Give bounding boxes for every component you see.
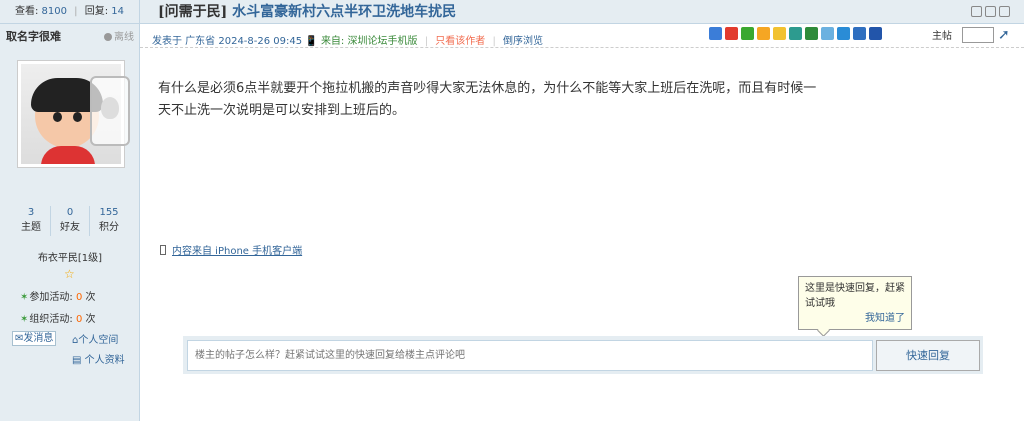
next-thread-icon[interactable]	[999, 6, 1010, 17]
star-icon: ☆	[64, 267, 75, 281]
document-icon: ▤	[72, 355, 82, 366]
prev-thread-icon[interactable]	[985, 6, 996, 17]
plus-icon[interactable]	[853, 27, 866, 40]
only-author-link[interactable]: 只看该作者	[435, 36, 485, 47]
phone-icon	[160, 245, 166, 255]
avatar-eye	[53, 112, 62, 122]
author-sidebar: 取名字很难 离线 3 主题 0 好友 155 积分 布衣平民[1级] ☆ ✶参加活动:…	[0, 24, 140, 421]
views-label: 查看:	[14, 6, 39, 17]
threads-count: 3	[27, 207, 35, 218]
meta-divider: |	[424, 36, 429, 47]
go-arrow-icon[interactable]: ➚	[998, 27, 1010, 43]
iphone-badge-icon	[90, 76, 130, 146]
netease-icon[interactable]	[821, 27, 834, 40]
wechat-icon[interactable]	[741, 27, 754, 40]
meta-divider: |	[492, 36, 496, 47]
joined-activities: ✶参加活动: 0 次	[20, 288, 96, 303]
activity-icon: ✶	[20, 314, 29, 325]
client-source-link[interactable]: 内容来自 iPhone 手机客户端	[160, 242, 302, 257]
profile-label: 个人资料	[84, 355, 125, 366]
thread-tools	[971, 6, 1010, 17]
avatar-eye	[73, 112, 82, 122]
friends-stat[interactable]: 0 好友	[51, 206, 90, 236]
print-icon[interactable]	[971, 6, 982, 17]
qq-icon[interactable]	[757, 27, 770, 40]
tooltip-dismiss-link[interactable]: 我知道了	[865, 311, 905, 326]
stats-divider: |	[74, 6, 78, 17]
quick-reply-box: 快速回复	[183, 336, 983, 374]
organized-activities: ✶组织活动: 0 次	[20, 310, 96, 325]
replies-count: 14	[111, 6, 125, 17]
mobile-signal-icon: 📱	[305, 36, 318, 47]
joined-count: 0	[75, 292, 83, 303]
friends-count: 0	[66, 207, 74, 218]
share-plus-icon[interactable]	[709, 27, 722, 40]
avatar-shirt	[41, 146, 95, 164]
thread-title-text: 水斗富豪新村六点半环卫洗地车扰民	[232, 4, 457, 20]
offline-status: 离线	[104, 28, 134, 43]
from-client-link[interactable]: 深圳论坛手机版	[348, 36, 418, 47]
thread-stats: 查看: 8100 | 回复: 14	[0, 0, 140, 24]
tooltip-text: 这里是快速回复，赶紧试试哦	[805, 283, 905, 309]
threads-stat[interactable]: 3 主题	[12, 206, 51, 236]
organized-count: 0	[75, 314, 83, 325]
profile-link[interactable]: ▤ 个人资料	[72, 351, 125, 366]
quick-reply-tooltip: 这里是快速回复，赶紧试试哦 我知道了	[798, 276, 912, 330]
replies-label: 回复:	[84, 6, 109, 17]
user-rank: 布衣平民[1级]	[37, 253, 103, 264]
thread-category[interactable]: [问需于民]	[158, 4, 227, 20]
share-toolbar	[709, 27, 882, 40]
points-label: 积分	[99, 222, 119, 233]
points-stat[interactable]: 155 积分	[90, 206, 128, 236]
thread-title: [问需于民] 水斗富豪新村六点半环卫洗地车扰民	[158, 0, 456, 24]
views-count: 8100	[41, 6, 67, 17]
reverse-order-link[interactable]: 倒序浏览	[503, 36, 543, 47]
organized-unit: 次	[85, 314, 96, 325]
thread-header: 查看: 8100 | 回复: 14 [问需于民] 水斗富豪新村六点半环卫洗地车扰…	[0, 0, 1024, 24]
tencent-icon[interactable]	[789, 27, 802, 40]
joined-label: 参加活动:	[29, 292, 73, 303]
joined-unit: 次	[85, 292, 96, 303]
weibo-icon[interactable]	[725, 27, 738, 40]
quick-reply-button[interactable]: 快速回复	[876, 340, 980, 371]
threads-label: 主题	[21, 222, 41, 233]
renren-icon[interactable]	[869, 27, 882, 40]
activity-icon: ✶	[20, 292, 29, 303]
douban-icon[interactable]	[805, 27, 818, 40]
from-label: 来自:	[320, 36, 345, 47]
apple-icon	[101, 97, 119, 119]
author-stats: 3 主题 0 好友 155 积分	[12, 206, 128, 236]
send-message-button[interactable]: ✉发消息	[12, 331, 57, 346]
personal-space-link[interactable]: ⌂个人空间	[72, 331, 118, 346]
send-message-label: 发消息	[23, 333, 54, 344]
floor-jump-input[interactable]	[962, 27, 994, 43]
qzone-icon[interactable]	[773, 27, 786, 40]
client-source-label: 内容来自 iPhone 手机客户端	[172, 246, 303, 257]
organized-label: 组织活动:	[29, 314, 73, 325]
friends-label: 好友	[60, 222, 80, 233]
post-content: 有什么是必须6点半就要开个拖拉机搬的声音吵得大家无法休息的，为什么不能等大家上班…	[158, 81, 817, 118]
personal-space-label: 个人空间	[78, 335, 119, 346]
post-meta: 发表于 广东省 2024-8-26 09:45 📱 来自: 深圳论坛手机版 | …	[152, 32, 543, 47]
feather-icon[interactable]	[837, 27, 850, 40]
author-name[interactable]: 取名字很难	[6, 28, 61, 44]
posted-at: 发表于 广东省 2024-8-26 09:45	[152, 36, 303, 47]
points-count: 155	[99, 207, 119, 218]
main-post-label: 主帖	[932, 31, 952, 42]
quick-reply-input[interactable]	[187, 340, 873, 371]
